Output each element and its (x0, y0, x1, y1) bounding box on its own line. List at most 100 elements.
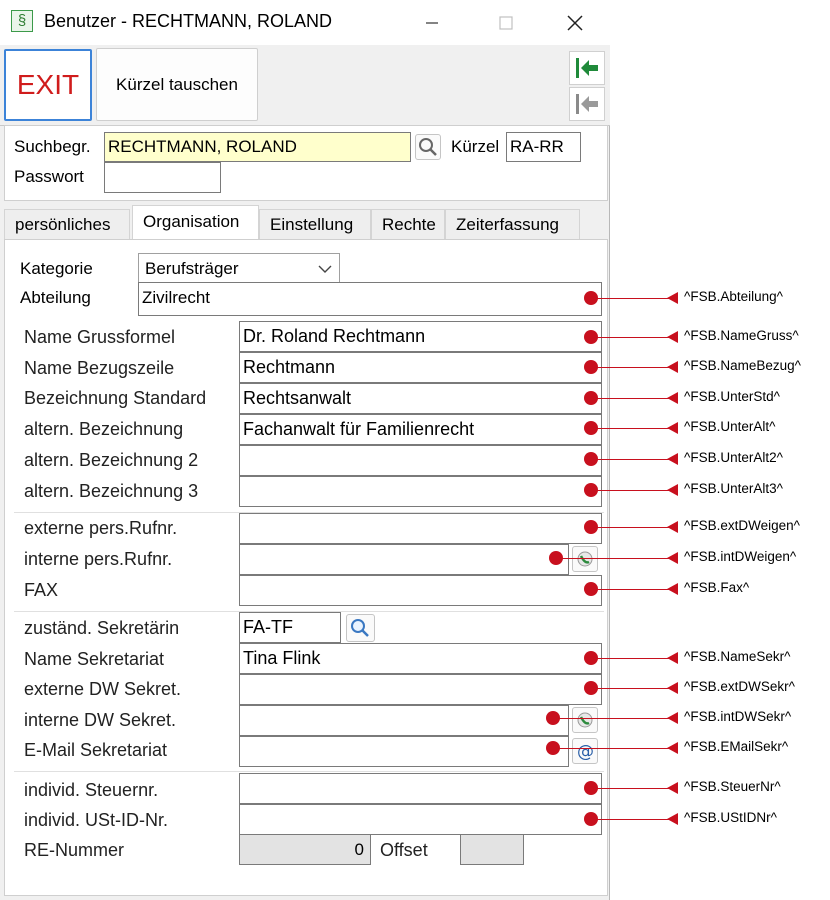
annotation-dot (584, 681, 598, 695)
namegruss-input[interactable]: Dr. Roland Rechtmann (239, 321, 602, 352)
passwort-label: Passwort (14, 167, 84, 186)
annotation-line (591, 490, 671, 491)
annotation-dot (584, 291, 598, 305)
title-bar: § Benutzer - RECHTMANN, ROLAND (0, 0, 610, 45)
annotation-line (591, 367, 671, 368)
annotation-label: ^FSB.extDWeigen^ (684, 518, 800, 533)
kuerzel-label: Kürzel (451, 137, 500, 156)
unteralt3-input[interactable] (239, 476, 602, 507)
tab-zeiterfassung[interactable]: Zeiterfassung (445, 209, 580, 239)
first-record-button[interactable] (569, 51, 605, 85)
annotation-label: ^FSB.SteuerNr^ (684, 779, 781, 794)
intdwsekr-label: interne DW Sekret. (24, 710, 177, 730)
annotation-line (591, 527, 671, 528)
extdw-input[interactable] (239, 513, 602, 544)
close-icon (567, 15, 583, 31)
window-title: Benutzer - RECHTMANN, ROLAND (44, 11, 333, 31)
intdw-input[interactable] (239, 544, 569, 575)
namesekr-input[interactable]: Tina Flink (239, 643, 602, 674)
tab-persoenliches[interactable]: persönliches (4, 209, 130, 239)
annotation-dot (584, 651, 598, 665)
intdw-dial-button[interactable] (572, 546, 598, 572)
search-icon (419, 138, 437, 156)
annotation-arrow-icon (667, 742, 678, 754)
emailsekr-label: E-Mail Sekretariat (24, 740, 168, 760)
annotation-arrow-icon (667, 552, 678, 564)
email-at-icon: @ (577, 742, 594, 762)
search-icon (351, 619, 369, 637)
sekr-input[interactable]: FA-TF (239, 612, 341, 643)
unteralt2-label: altern. Bezeichnung 2 (24, 450, 199, 470)
tab-einstellung[interactable]: Einstellung (259, 209, 371, 239)
steuernr-input[interactable] (239, 773, 602, 804)
annotation-line (591, 819, 671, 820)
annotation-label: ^FSB.UnterAlt3^ (684, 481, 783, 496)
unteralt2-input[interactable] (239, 445, 602, 476)
annotation-dot (584, 421, 598, 435)
annotation-arrow-icon (667, 292, 678, 304)
extdw-label: externe pers.Rufnr. (24, 518, 178, 538)
minimize-button[interactable] (409, 4, 455, 40)
annotation-arrow-icon (667, 813, 678, 825)
ustid-input[interactable] (239, 804, 602, 835)
extdwsekr-input[interactable] (239, 674, 602, 705)
emailsekr-mail-button[interactable]: @ (572, 738, 598, 764)
previous-arrow-icon (576, 94, 598, 114)
tab-rechte[interactable]: Rechte (371, 209, 445, 239)
annotation-label: ^FSB.intDWSekr^ (684, 709, 792, 724)
annotation-arrow-icon (667, 583, 678, 595)
namesekr-label: Name Sekretariat (24, 649, 165, 669)
tab-organisation[interactable]: Organisation (132, 205, 259, 240)
intdw-label: interne pers.Rufnr. (24, 549, 173, 569)
maximize-button[interactable] (483, 4, 529, 40)
suchbegr-search-button[interactable] (415, 134, 441, 160)
fax-input[interactable] (239, 575, 602, 606)
annotation-line (591, 688, 671, 689)
annotation-dot (584, 360, 598, 374)
kategorie-select[interactable]: Berufsträger (138, 253, 340, 283)
annotation-arrow-icon (667, 361, 678, 373)
annotation-line (553, 748, 671, 749)
namebezug-input[interactable]: Rechtmann (239, 352, 602, 383)
annotation-arrow-icon (667, 392, 678, 404)
exit-button[interactable]: EXIT (4, 49, 92, 121)
tab-bar: persönliches Organisation Einstellung Re… (4, 205, 608, 240)
user-window: § Benutzer - RECHTMANN, ROLAND EXIT Kürz… (0, 0, 610, 900)
annotation-dot (584, 520, 598, 534)
annotation-arrow-icon (667, 652, 678, 664)
offset-input[interactable] (460, 834, 524, 865)
abteilung-label: Abteilung (20, 288, 91, 307)
annotation-arrow-icon (667, 782, 678, 794)
close-button[interactable] (552, 4, 598, 40)
annotation-label: ^FSB.Fax^ (684, 580, 750, 595)
suchbegr-input[interactable]: RECHTMANN, ROLAND (104, 132, 411, 162)
unteralt-input[interactable]: Fachanwalt für Familienrecht (239, 414, 602, 445)
previous-record-button[interactable] (569, 87, 605, 121)
unteralt-label: altern. Bezeichnung (24, 419, 184, 439)
intdwsekr-dial-button[interactable] (572, 707, 598, 733)
kategorie-value: Berufsträger (145, 259, 239, 278)
chevron-down-icon (318, 265, 332, 273)
annotation-dot (584, 483, 598, 497)
emailsekr-input[interactable] (239, 736, 569, 767)
passwort-input[interactable] (104, 162, 221, 193)
annotation-dot (584, 391, 598, 405)
annotation-arrow-icon (667, 521, 678, 533)
abteilung-input[interactable]: Zivilrecht (138, 282, 602, 316)
sekr-search-button[interactable] (346, 614, 375, 642)
minimize-icon (426, 22, 438, 24)
swap-kuerzel-button[interactable]: Kürzel tauschen (96, 48, 258, 121)
unteralt3-label: altern. Bezeichnung 3 (24, 481, 199, 501)
toolbar: EXIT Kürzel tauschen (0, 45, 610, 126)
unterstd-input[interactable]: Rechtsanwalt (239, 383, 602, 414)
renummer-input[interactable]: 0 (239, 834, 371, 865)
intdwsekr-input[interactable] (239, 705, 569, 736)
annotation-dot (584, 330, 598, 344)
annotation-arrow-icon (667, 682, 678, 694)
app-icon: § (11, 10, 33, 32)
annotation-line (556, 558, 671, 559)
annotation-dot (584, 781, 598, 795)
annotation-arrow-icon (667, 712, 678, 724)
kuerzel-input[interactable]: RA-RR (506, 132, 581, 162)
annotation-line (591, 658, 671, 659)
